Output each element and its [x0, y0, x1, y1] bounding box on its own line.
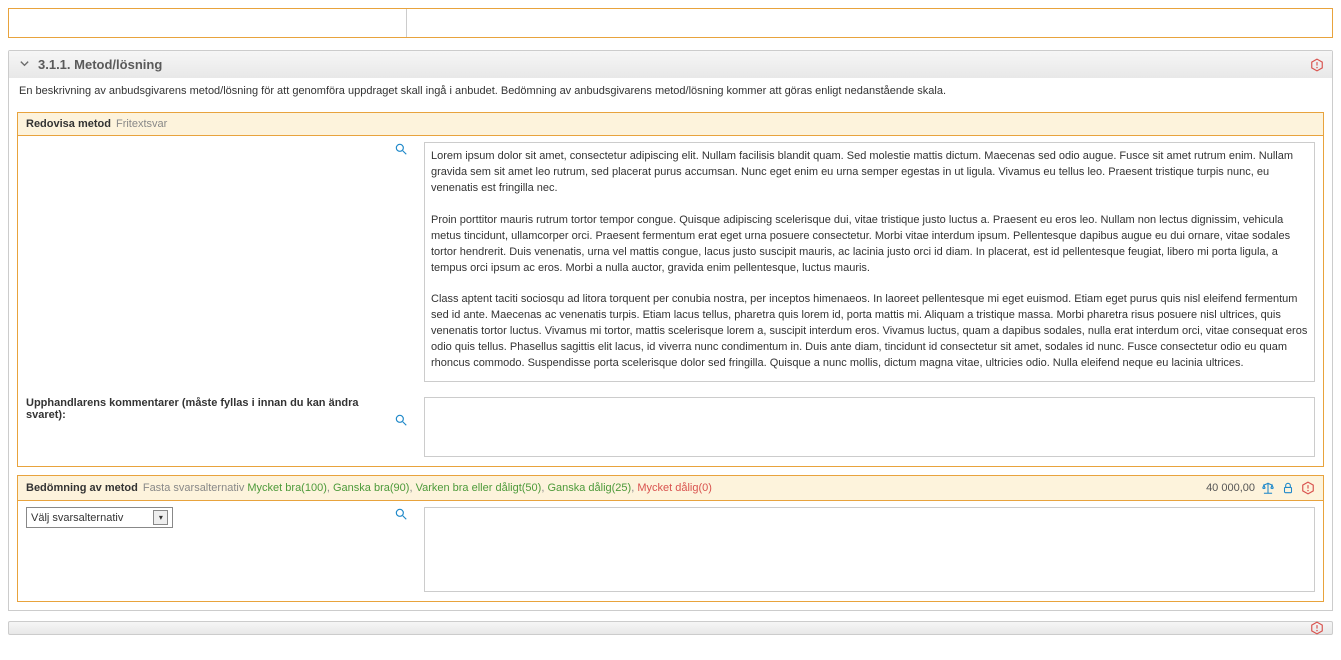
panel1-body-row1 [18, 136, 1323, 391]
panel1-comment-right [416, 391, 1323, 466]
warning-icon[interactable] [1310, 621, 1324, 635]
warning-icon[interactable] [1301, 481, 1315, 495]
panel2-body: Välj svarsalternativ ▾ [18, 501, 1323, 601]
scale-icon[interactable] [1261, 481, 1275, 495]
option-mycket-dalig: Mycket dålig(0) [637, 482, 712, 494]
panel2-title: Bedömning av metod [26, 482, 138, 494]
rating-select[interactable]: Välj svarsalternativ ▾ [26, 507, 173, 528]
panel2-left: Välj svarsalternativ ▾ [18, 501, 416, 601]
magnifier-icon[interactable] [394, 507, 408, 521]
section-title: 3.1.1. Metod/lösning [38, 57, 162, 72]
magnifier-icon[interactable] [394, 142, 408, 156]
panel1-header: Redovisa metod Fritextsvar [18, 113, 1323, 136]
value-number: 40 000,00 [1206, 482, 1255, 494]
panel2-header-right: 40 000,00 [1206, 481, 1315, 495]
next-section-fragment [8, 621, 1333, 635]
warning-icon[interactable] [1310, 58, 1324, 72]
lock-icon[interactable] [1281, 481, 1295, 495]
option-ganska-bra: Ganska bra(90) [333, 482, 409, 494]
option-mycket-bra: Mycket bra(100) [247, 482, 326, 494]
comment-label: Upphandlarens kommentarer (måste fyllas … [26, 397, 408, 421]
panel2-header: Bedömning av metod Fasta svarsalternativ… [18, 476, 1323, 501]
panel1-right [416, 136, 1323, 391]
chevron-down-icon: ▾ [153, 510, 168, 525]
option-varken: Varken bra eller dåligt(50) [416, 482, 542, 494]
section-metod-losning: 3.1.1. Metod/lösning En beskrivning av a… [8, 50, 1333, 611]
panel1-comment-left: Upphandlarens kommentarer (måste fyllas … [18, 391, 416, 466]
comment-textarea[interactable] [424, 397, 1315, 457]
section-header[interactable]: 3.1.1. Metod/lösning [9, 51, 1332, 78]
prev-left-cell [9, 9, 407, 37]
panel2-subtitle: Fasta svarsalternativ [143, 482, 244, 494]
previous-section-fragment [8, 8, 1333, 38]
rating-select-label: Välj svarsalternativ [31, 512, 123, 524]
response-textarea[interactable] [424, 142, 1315, 382]
panel1-body-row2: Upphandlarens kommentarer (måste fyllas … [18, 391, 1323, 466]
panel-bedomning-metod: Bedömning av metod Fasta svarsalternativ… [17, 475, 1324, 602]
panel1-title: Redovisa metod [26, 118, 111, 130]
rating-textarea[interactable] [424, 507, 1315, 592]
option-ganska-dalig: Ganska dålig(25) [547, 482, 631, 494]
panel-redovisa-metod: Redovisa metod Fritextsvar Upphandlarens… [17, 112, 1324, 467]
prev-right-cell [407, 9, 1332, 37]
panel2-right [416, 501, 1323, 601]
chevron-down-icon[interactable] [19, 58, 30, 72]
section-description: En beskrivning av anbudsgivarens metod/l… [9, 78, 1332, 104]
panel1-left [18, 136, 416, 391]
magnifier-icon[interactable] [394, 413, 408, 427]
panel2-options: Mycket bra(100), Ganska bra(90), Varken … [244, 482, 712, 494]
panel1-subtitle: Fritextsvar [116, 118, 167, 130]
